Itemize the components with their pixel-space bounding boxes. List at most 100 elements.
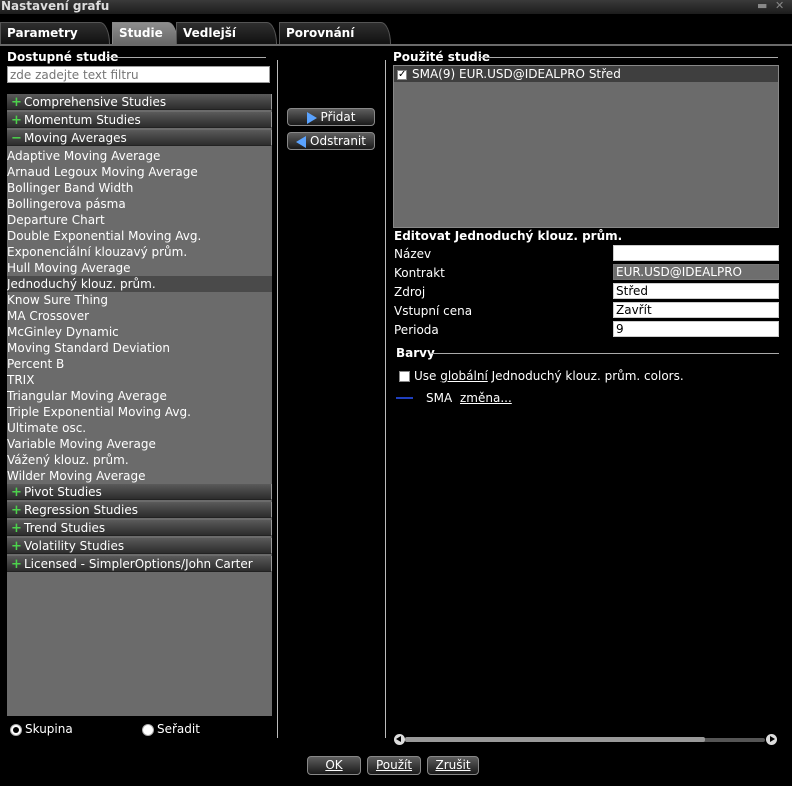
- expand-plus-icon[interactable]: +: [11, 539, 22, 555]
- add-button[interactable]: Přidat: [287, 108, 375, 126]
- use-global-prefix: Use: [414, 369, 441, 383]
- group-label: Pivot Studies: [24, 485, 102, 499]
- study-list-item[interactable]: Triple Exponential Moving Avg.: [7, 404, 272, 420]
- group-pivot-studies[interactable]: + Pivot Studies: [7, 484, 272, 500]
- global-link[interactable]: globální: [440, 369, 488, 383]
- study-list-item[interactable]: Variable Moving Average: [7, 436, 272, 452]
- study-list-item[interactable]: Triangular Moving Average: [7, 388, 272, 404]
- available-studies-title: Dostupné studie: [7, 50, 119, 64]
- field-label-nazev: Název: [394, 247, 432, 261]
- tab-porovnani-indexu[interactable]: Porovnání indexů: [279, 22, 391, 61]
- radio-label: Seřadit: [157, 722, 200, 736]
- study-list-item[interactable]: Jednoduchý klouz. prům.: [7, 276, 272, 292]
- group-label: Volatility Studies: [24, 539, 125, 553]
- collapse-minus-icon[interactable]: −: [11, 131, 22, 147]
- series-color-swatch: [396, 397, 413, 399]
- divider: [432, 353, 779, 354]
- tab-studie[interactable]: Studie: [112, 22, 178, 44]
- study-list-item[interactable]: Vážený klouz. prům.: [7, 452, 272, 468]
- ok-button[interactable]: OK: [307, 756, 361, 775]
- contract-field: EUR.USD@IDEALPRO: [613, 264, 779, 280]
- checkbox-unchecked-icon[interactable]: [399, 371, 410, 382]
- arrow-right-icon: [306, 111, 317, 124]
- study-list-item[interactable]: Departure Chart: [7, 212, 272, 228]
- right-divider: [385, 60, 386, 738]
- group-momentum-studies[interactable]: + Momentum Studies: [7, 112, 272, 128]
- expand-plus-icon[interactable]: +: [11, 521, 22, 537]
- group-label: Regression Studies: [24, 503, 138, 517]
- tab-parametry-grafu[interactable]: Parametry grafu: [0, 22, 110, 61]
- input-price-field[interactable]: Zavřít: [613, 302, 779, 318]
- add-label: Přidat: [320, 110, 356, 124]
- group-trend-studies[interactable]: + Trend Studies: [7, 520, 272, 536]
- expand-plus-icon[interactable]: +: [11, 557, 22, 573]
- study-list-item[interactable]: Wilder Moving Average: [7, 468, 272, 484]
- study-list-item[interactable]: Double Exponential Moving Avg.: [7, 228, 272, 244]
- study-list-item[interactable]: Percent B: [7, 356, 272, 372]
- divider: [106, 57, 266, 58]
- used-study-label: SMA(9) EUR.USD@IDEALPRO Střed: [412, 67, 621, 81]
- apply-button[interactable]: Použít: [367, 756, 421, 775]
- group-licensed-simpleroptions[interactable]: + Licensed - SimplerOptions/John Carter: [7, 556, 272, 572]
- remove-button[interactable]: Odstranit: [287, 132, 375, 150]
- available-studies-list[interactable]: + Comprehensive Studies + Momentum Studies…: [7, 94, 272, 716]
- used-studies-list[interactable]: ✓ SMA(9) EUR.USD@IDEALPRO Střed: [393, 65, 779, 228]
- radio-button-icon[interactable]: [142, 723, 154, 736]
- used-study-row[interactable]: ✓ SMA(9) EUR.USD@IDEALPRO Střed: [394, 66, 778, 82]
- expand-plus-icon[interactable]: +: [11, 503, 22, 519]
- group-comprehensive-studies[interactable]: + Comprehensive Studies: [7, 94, 272, 110]
- series-name: SMA: [426, 391, 453, 405]
- group-label: Momentum Studies: [24, 113, 141, 127]
- study-list-item[interactable]: Bollingerova pásma: [7, 196, 272, 212]
- study-list-item[interactable]: TRIX: [7, 372, 272, 388]
- window-title: Nastavení grafu: [1, 0, 110, 13]
- group-regression-studies[interactable]: + Regression Studies: [7, 502, 272, 518]
- study-list-item[interactable]: Arnaud Legoux Moving Average: [7, 164, 272, 180]
- radio-button-icon[interactable]: [10, 723, 22, 736]
- expand-plus-icon[interactable]: +: [11, 95, 22, 111]
- group-moving-averages[interactable]: − Moving Averages: [7, 130, 272, 146]
- study-list-item[interactable]: Moving Standard Deviation: [7, 340, 272, 356]
- minimize-icon[interactable]: ▬: [757, 0, 767, 12]
- window-title-bar: Nastavení grafu ▬ ✕: [0, 0, 792, 14]
- radio-label: Skupina: [25, 722, 73, 736]
- edit-study-title: Editovat Jednoduchý klouz. prům.: [394, 229, 623, 243]
- field-label-perioda: Perioda: [394, 323, 439, 337]
- study-list-item[interactable]: Hull Moving Average: [7, 260, 272, 276]
- study-list-item[interactable]: Bollinger Band Width: [7, 180, 272, 196]
- cancel-button[interactable]: Zrušit: [427, 756, 479, 775]
- study-list-item[interactable]: Adaptive Moving Average: [7, 148, 272, 164]
- scroll-right-icon[interactable]: [766, 734, 777, 745]
- group-label: Moving Averages: [24, 131, 127, 145]
- study-list-item[interactable]: Exponenciální klouzavý prům.: [7, 244, 272, 260]
- checkbox-checked-icon[interactable]: ✓: [397, 69, 407, 80]
- period-field[interactable]: 9: [613, 321, 779, 337]
- study-list-item[interactable]: McGinley Dynamic: [7, 324, 272, 340]
- study-list-item[interactable]: Know Sure Thing: [7, 292, 272, 308]
- group-label: Trend Studies: [24, 521, 106, 535]
- use-global-colors-row[interactable]: Use globální Jednoduchý klouz. prům. col…: [399, 369, 684, 383]
- divider: [478, 57, 778, 58]
- group-volatility-studies[interactable]: + Volatility Studies: [7, 538, 272, 554]
- tab-vedlejsi-serie[interactable]: Vedlejší série: [176, 22, 277, 61]
- left-divider: [277, 60, 278, 738]
- tab-bar: Parametry grafu Studie Vedlejší série Po…: [0, 22, 792, 61]
- scroll-thumb[interactable]: [405, 737, 705, 742]
- name-field[interactable]: [613, 245, 779, 261]
- change-color-link[interactable]: změna...: [460, 391, 512, 405]
- colors-title: Barvy: [396, 346, 435, 360]
- field-label-zdroj: Zdroj: [394, 285, 426, 299]
- horizontal-scrollbar[interactable]: [393, 734, 779, 746]
- close-icon[interactable]: ✕: [775, 0, 784, 12]
- expand-plus-icon[interactable]: +: [11, 113, 22, 129]
- filter-input[interactable]: [7, 66, 270, 83]
- source-field[interactable]: Střed: [613, 283, 779, 299]
- study-list-item[interactable]: Ultimate osc.: [7, 420, 272, 436]
- use-global-suffix: Jednoduchý klouz. prům. colors.: [487, 369, 684, 383]
- expand-plus-icon[interactable]: +: [11, 485, 22, 501]
- study-list-item[interactable]: MA Crossover: [7, 308, 272, 324]
- radio-skupina[interactable]: Skupina: [10, 722, 73, 736]
- scroll-left-icon[interactable]: [394, 734, 405, 745]
- field-label-kontrakt: Kontrakt: [394, 266, 445, 280]
- radio-seradit[interactable]: Seřadit: [142, 722, 200, 736]
